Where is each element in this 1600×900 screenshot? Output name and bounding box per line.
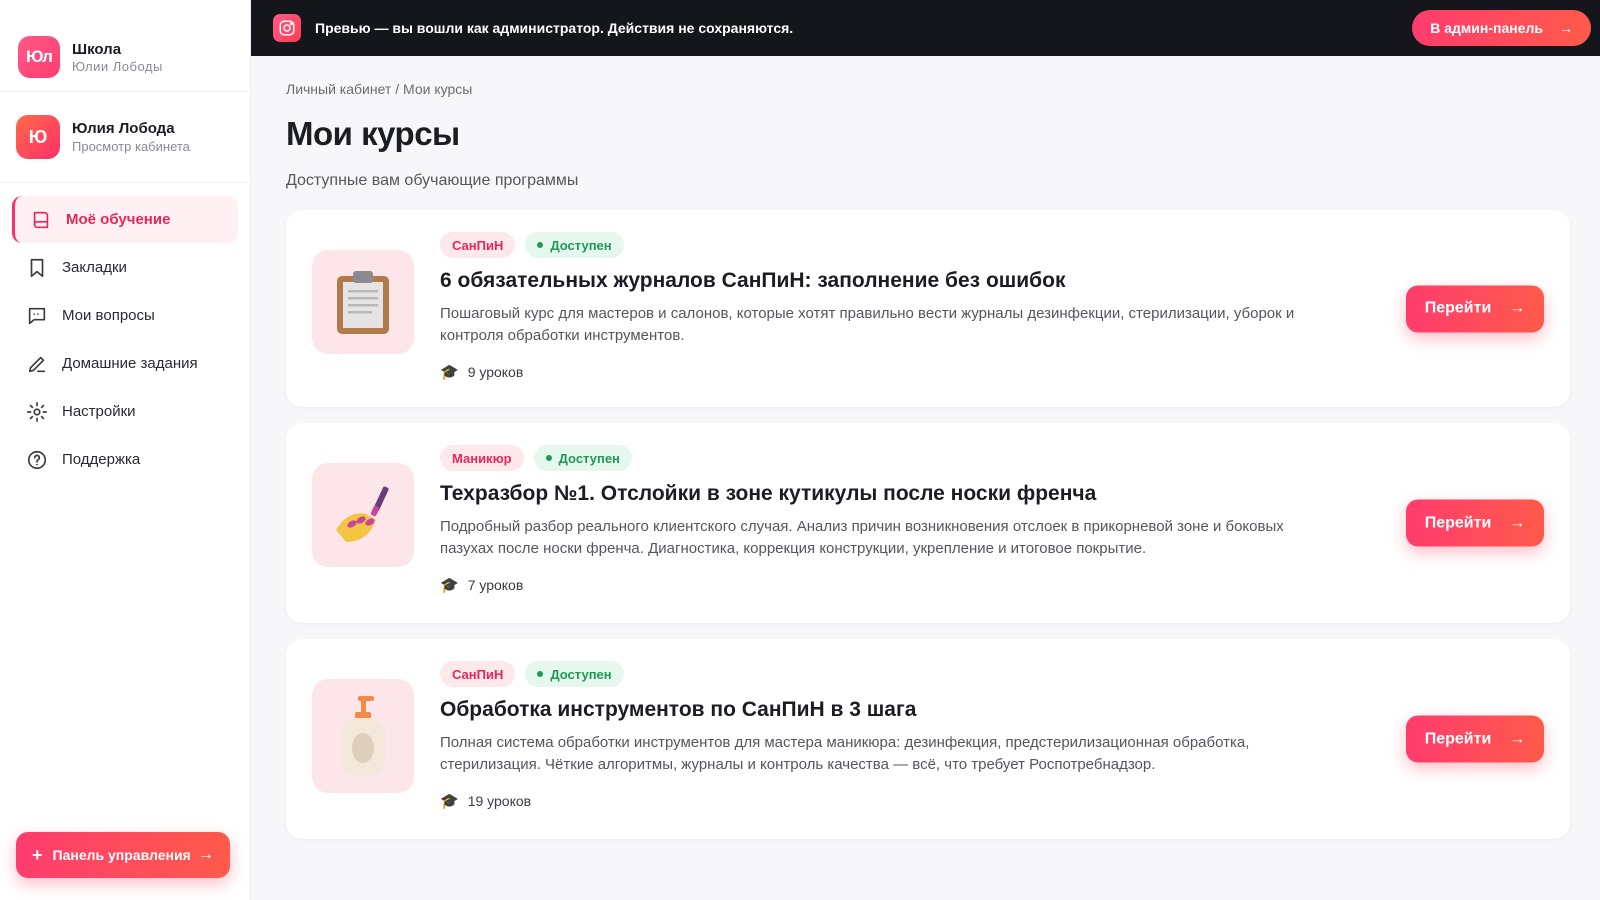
lesson-count: 🎓 7 уроков <box>440 576 1544 594</box>
course-thumbnail <box>312 463 414 567</box>
course-thumbnail <box>312 679 414 793</box>
category-badge: СанПиН <box>440 232 516 258</box>
arrow-right-icon: → <box>198 846 214 863</box>
status-badge: Доступен <box>533 445 632 471</box>
go-button[interactable]: Перейти → <box>1406 499 1544 547</box>
plus-icon: + <box>32 845 43 865</box>
go-button-label: Перейти <box>1424 514 1492 531</box>
brand-line2: Юлии Лободы <box>72 58 163 74</box>
help-icon <box>27 450 47 469</box>
admin-panel-button[interactable]: В админ-панель → <box>1412 10 1591 46</box>
lotion-bottle-icon <box>341 696 385 776</box>
course-description: Подробный разбор реального клиентского с… <box>440 518 1284 557</box>
lesson-count-label: 7 уроков <box>467 577 524 593</box>
course-title: Обработка инструментов по СанПиН в 3 шаг… <box>440 698 917 721</box>
admin-panel-label: В админ-панель <box>1430 20 1543 36</box>
arrow-right-icon: → <box>1509 514 1526 531</box>
book-icon <box>33 211 49 228</box>
sidebar-item-label: Мои вопросы <box>62 307 155 324</box>
status-dot-icon <box>545 455 552 461</box>
lesson-count: 🎓 9 уроков <box>440 363 1544 381</box>
graduation-cap-icon: 🎓 <box>440 577 459 594</box>
user-name: Юлия Лобода <box>72 120 175 137</box>
course-list: СанПиН Доступен 6 обязательных журналов … <box>286 210 1570 839</box>
status-badge: Доступен <box>525 232 624 258</box>
brand[interactable]: Юл Школа Юлии Лободы <box>0 0 250 92</box>
page-title: Мои курсы <box>286 115 460 152</box>
gear-icon <box>27 401 47 422</box>
brand-logo: Юл <box>18 36 60 78</box>
arrow-right-icon: → <box>1509 299 1526 317</box>
breadcrumb-current: Мои курсы <box>403 81 473 97</box>
status-label: Доступен <box>550 666 612 682</box>
arrow-right-icon: → <box>1559 20 1573 36</box>
status-badge: Доступен <box>525 661 624 687</box>
graduation-cap-icon: 🎓 <box>440 793 459 810</box>
chat-icon <box>28 307 46 324</box>
category-badge: СанПиН <box>440 661 516 687</box>
lesson-count-label: 9 уроков <box>467 364 524 380</box>
course-card: Маникюр Доступен Техразбор №1. Отслойки … <box>286 423 1570 623</box>
sidebar-item-my-learning[interactable]: Моё обучение <box>12 196 238 243</box>
course-description: Полная система обработки инструментов дл… <box>440 734 1250 773</box>
course-title: Техразбор №1. Отслойки в зоне кутикулы п… <box>440 482 1097 505</box>
arrow-right-icon: → <box>1509 730 1526 747</box>
preview-banner: Превью — вы вошли как администратор. Дей… <box>251 0 1600 56</box>
course-title: 6 обязательных журналов СанПиН: заполнен… <box>440 269 1066 292</box>
status-dot-icon <box>537 671 544 677</box>
sidebar-item-label: Настройки <box>62 403 136 420</box>
course-description: Пошаговый курс для мастеров и салонов, к… <box>440 305 1295 344</box>
pencil-icon <box>28 356 46 372</box>
sidebar-item-label: Закладки <box>62 259 127 276</box>
go-button-label: Перейти <box>1424 730 1492 747</box>
bookmark-icon <box>30 258 44 277</box>
page-subtitle: Доступные вам обучающие программы <box>286 172 579 189</box>
breadcrumb-separator: / <box>391 81 403 97</box>
user-card: Ю Юлия Лобода Просмотр кабинета <box>0 92 250 183</box>
sidebar-item-label: Домашние задания <box>62 355 198 372</box>
category-badge: Маникюр <box>440 445 524 471</box>
sidebar-nav: Моё обучение Закладки Мои вопросы Домашн… <box>0 183 250 483</box>
brand-line1: Школа <box>72 40 122 58</box>
course-thumbnail <box>312 250 414 354</box>
sidebar-item-homework[interactable]: Домашние задания <box>12 340 238 387</box>
lesson-count-label: 19 уроков <box>467 793 532 809</box>
breadcrumb: Личный кабинет / Мои курсы <box>286 81 1570 97</box>
preview-message: Превью — вы вошли как администратор. Дей… <box>315 20 794 36</box>
sidebar-item-support[interactable]: Поддержка <box>12 436 238 483</box>
graduation-cap-icon: 🎓 <box>440 364 459 381</box>
instagram-icon <box>273 14 301 42</box>
status-dot-icon <box>537 242 544 248</box>
main-area: Превью — вы вошли как администратор. Дей… <box>251 0 1600 900</box>
go-button[interactable]: Перейти → <box>1406 715 1544 763</box>
nail-polish-icon <box>336 486 389 542</box>
sidebar-item-label: Поддержка <box>62 451 141 468</box>
sidebar-item-bookmarks[interactable]: Закладки <box>12 244 238 291</box>
avatar: Ю <box>16 115 60 159</box>
lesson-count: 🎓 19 уроков <box>440 792 1544 810</box>
status-label: Доступен <box>550 237 612 253</box>
sidebar-item-settings[interactable]: Настройки <box>12 388 238 435</box>
go-button[interactable]: Перейти → <box>1406 285 1544 332</box>
course-card: СанПиН Доступен 6 обязательных журналов … <box>286 210 1570 407</box>
course-card: СанПиН Доступен Обработка инструментов п… <box>286 639 1570 839</box>
user-role: Просмотр кабинета <box>72 139 190 154</box>
control-panel-button[interactable]: + Панель управления → <box>16 832 230 878</box>
sidebar-item-label: Моё обучение <box>66 211 171 228</box>
sidebar-item-questions[interactable]: Мои вопросы <box>12 292 238 339</box>
breadcrumb-root[interactable]: Личный кабинет <box>286 81 391 97</box>
go-button-label: Перейти <box>1424 299 1492 317</box>
control-panel-label: Панель управления <box>52 847 191 863</box>
status-label: Доступен <box>558 450 620 466</box>
clipboard-icon <box>337 271 389 334</box>
sidebar: Юл Школа Юлии Лободы Ю Юлия Лобода Просм… <box>0 0 251 900</box>
